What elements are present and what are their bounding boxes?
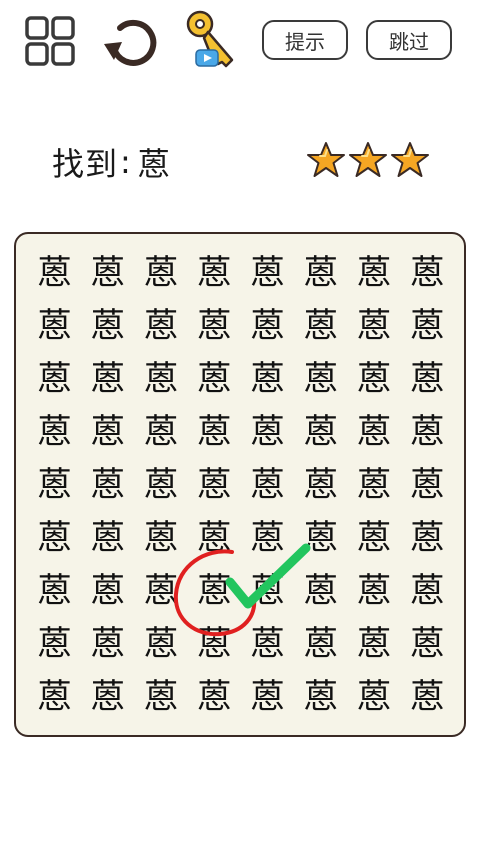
grid-cell[interactable]: 蒽 [28,352,81,405]
grid-cell[interactable]: 蒽 [401,405,454,458]
character-grid: 蒽蒽蒽蒽蒽蒽蒽蒽蒽蒽蒽蒽蒽蒽蒽蒽蒽蒽蒽蒽蒽蒽蒽蒽蒽蒽蒽蒽蒽蒽蒽蒽蒽蒽蒽蒽蒽蒽蒽蒽… [28,246,454,724]
grid-cell[interactable]: 蒽 [294,246,347,299]
grid-cell[interactable]: 蒽 [241,618,294,671]
grid-cell[interactable]: 蒽 [294,352,347,405]
star-icon [307,142,345,177]
restart-icon[interactable] [100,14,160,70]
grid-cell[interactable]: 蒽 [348,618,401,671]
target-prefix: 找到 [52,145,119,183]
grid-cell[interactable]: 蒽 [81,299,134,352]
star-icon [391,142,429,177]
grid-cell[interactable]: 蒽 [241,352,294,405]
grid-cell[interactable]: 蒽 [348,512,401,565]
grid-cell[interactable]: 蒽 [81,618,134,671]
grid-cell[interactable]: 蒽 [135,405,188,458]
star-rating [306,140,430,180]
grid-cell[interactable]: 蒽 [135,512,188,565]
target-separator: : [120,143,132,181]
grid-cell[interactable]: 蒽 [81,512,134,565]
grid-cell[interactable]: 蒽 [294,618,347,671]
grid-cell[interactable]: 蒽 [135,246,188,299]
grid-cell[interactable]: 蒽 [188,458,241,511]
grid-cell[interactable]: 蒽 [188,618,241,671]
grid-cell[interactable]: 蒽 [401,299,454,352]
grid-cell[interactable]: 蒽 [188,246,241,299]
grid-cell[interactable]: 蒽 [294,458,347,511]
top-toolbar: 提示 跳过 [0,0,480,80]
grid-cell[interactable]: 蒽 [135,565,188,618]
grid-cell[interactable]: 蒽 [241,458,294,511]
grid-cell[interactable]: 蒽 [294,512,347,565]
grid-cell[interactable]: 蒽 [81,405,134,458]
grid-cell[interactable]: 蒽 [348,352,401,405]
grid-cell[interactable]: 蒽 [188,671,241,724]
grid-cell[interactable]: 蒽 [348,458,401,511]
grid-cell[interactable]: 蒽 [188,565,241,618]
grid-cell[interactable]: 蒽 [135,671,188,724]
grid-cell[interactable]: 蒽 [241,405,294,458]
skip-button[interactable]: 跳过 [366,20,452,60]
grid-cell[interactable]: 蒽 [241,565,294,618]
grid-cell[interactable]: 蒽 [294,671,347,724]
grid-cell[interactable]: 蒽 [401,671,454,724]
grid-cell[interactable]: 蒽 [348,565,401,618]
grid-menu-icon[interactable] [24,15,76,67]
grid-cell[interactable]: 蒽 [241,246,294,299]
grid-cell[interactable]: 蒽 [401,352,454,405]
grid-cell[interactable]: 蒽 [28,618,81,671]
grid-cell[interactable]: 蒽 [81,458,134,511]
grid-cell[interactable]: 蒽 [135,458,188,511]
target-character: 蒽 [137,145,171,183]
grid-cell[interactable]: 蒽 [28,671,81,724]
key-video-icon[interactable] [182,8,240,72]
grid-cell[interactable]: 蒽 [28,565,81,618]
target-prompt: 找到 : 蒽 [52,138,171,186]
grid-cell[interactable]: 蒽 [81,246,134,299]
grid-cell[interactable]: 蒽 [401,246,454,299]
character-board: 蒽蒽蒽蒽蒽蒽蒽蒽蒽蒽蒽蒽蒽蒽蒽蒽蒽蒽蒽蒽蒽蒽蒽蒽蒽蒽蒽蒽蒽蒽蒽蒽蒽蒽蒽蒽蒽蒽蒽蒽… [14,232,466,737]
grid-cell[interactable]: 蒽 [28,246,81,299]
grid-cell[interactable]: 蒽 [188,352,241,405]
grid-cell[interactable]: 蒽 [348,246,401,299]
grid-cell[interactable]: 蒽 [28,405,81,458]
grid-cell[interactable]: 蒽 [135,299,188,352]
grid-cell[interactable]: 蒽 [348,405,401,458]
grid-cell[interactable]: 蒽 [135,352,188,405]
grid-cell[interactable]: 蒽 [28,299,81,352]
grid-cell[interactable]: 蒽 [401,512,454,565]
grid-cell[interactable]: 蒽 [294,565,347,618]
grid-cell[interactable]: 蒽 [81,671,134,724]
grid-cell[interactable]: 蒽 [81,565,134,618]
grid-cell[interactable]: 蒽 [294,299,347,352]
grid-cell[interactable]: 蒽 [81,352,134,405]
grid-cell[interactable]: 蒽 [348,299,401,352]
grid-cell[interactable]: 蒽 [188,512,241,565]
grid-cell[interactable]: 蒽 [188,299,241,352]
hint-button[interactable]: 提示 [262,20,348,60]
grid-cell[interactable]: 蒽 [135,618,188,671]
grid-cell[interactable]: 蒽 [241,512,294,565]
grid-cell[interactable]: 蒽 [241,671,294,724]
grid-cell[interactable]: 蒽 [28,512,81,565]
grid-cell[interactable]: 蒽 [294,405,347,458]
grid-cell[interactable]: 蒽 [188,405,241,458]
grid-cell[interactable]: 蒽 [401,565,454,618]
grid-cell[interactable]: 蒽 [401,618,454,671]
star-icon [349,142,387,177]
grid-cell[interactable]: 蒽 [348,671,401,724]
grid-cell[interactable]: 蒽 [241,299,294,352]
grid-cell[interactable]: 蒽 [401,458,454,511]
grid-cell[interactable]: 蒽 [28,458,81,511]
